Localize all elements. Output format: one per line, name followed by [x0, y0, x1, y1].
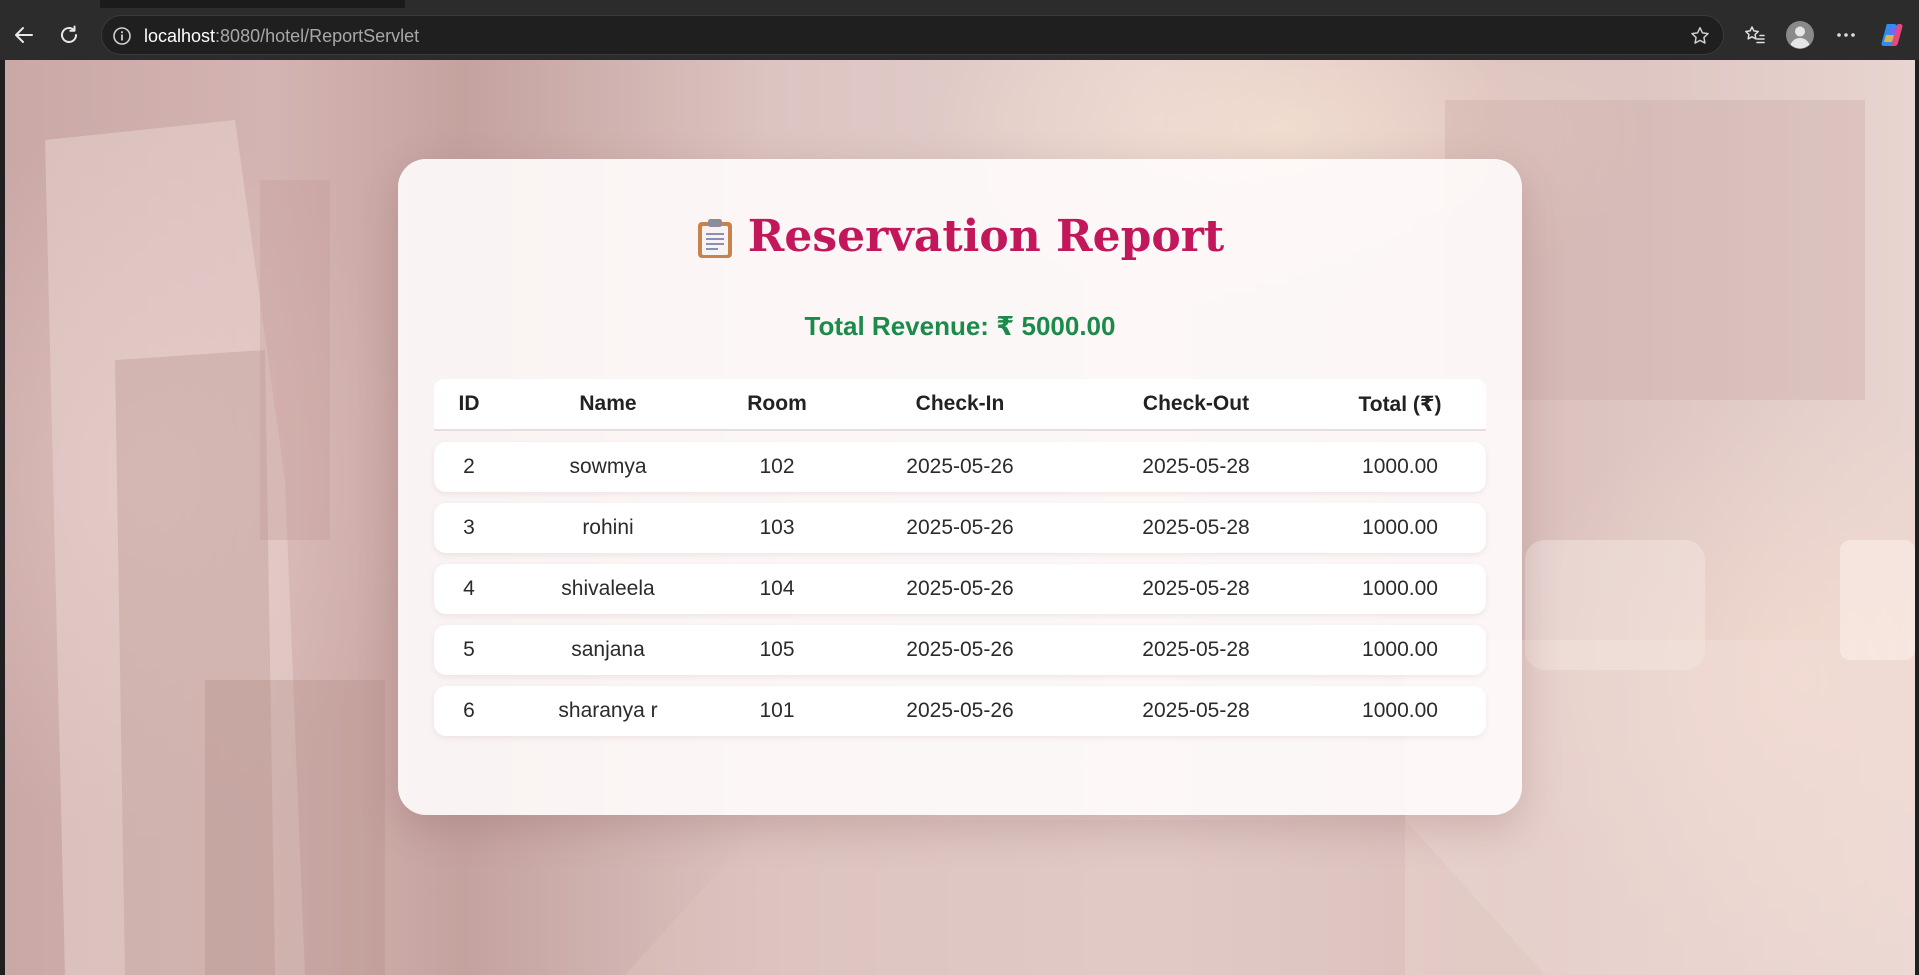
avatar-icon — [1786, 21, 1814, 49]
table-row: 5 sanjana 105 2025-05-26 2025-05-28 1000… — [434, 625, 1486, 675]
cell-room: 103 — [759, 516, 795, 539]
copilot-button[interactable] — [1875, 18, 1909, 52]
page-title: Reservation Report — [398, 207, 1522, 267]
table-row: 6 sharanya r 101 2025-05-26 2025-05-28 1… — [434, 686, 1486, 736]
table-row: 3 rohini 103 2025-05-26 2025-05-28 1000.… — [434, 503, 1486, 553]
cell-name: sanjana — [571, 638, 645, 661]
url-host: localhost — [144, 26, 216, 46]
column-header-checkin[interactable]: Check-In — [842, 379, 1078, 429]
cell-checkout: 2025-05-28 — [1142, 455, 1250, 478]
tab-left-edge[interactable] — [0, 0, 100, 8]
more-menu-button[interactable] — [1829, 18, 1863, 52]
cell-id: 2 — [463, 455, 475, 478]
column-header-name[interactable]: Name — [504, 379, 712, 429]
cell-name: shivaleela — [561, 577, 655, 600]
tab-strip — [0, 0, 1919, 8]
cell-total: 1000.00 — [1362, 577, 1438, 600]
more-dots-icon — [1837, 33, 1855, 37]
cell-id: 5 — [463, 638, 475, 661]
cell-total: 1000.00 — [1362, 699, 1438, 722]
browser-toolbar: localhost:8080/hotel/ReportServlet — [0, 8, 1919, 60]
cell-room: 104 — [759, 577, 795, 600]
cell-checkin: 2025-05-26 — [906, 638, 1014, 661]
cell-name: rohini — [582, 516, 634, 539]
back-arrow-icon — [15, 27, 33, 43]
cell-room: 102 — [759, 455, 795, 478]
cell-total: 1000.00 — [1362, 516, 1438, 539]
cell-checkin: 2025-05-26 — [906, 577, 1014, 600]
cell-checkout: 2025-05-28 — [1142, 638, 1250, 661]
column-header-room[interactable]: Room — [712, 379, 842, 429]
page-title-text: Reservation Report — [747, 211, 1225, 262]
cell-checkin: 2025-05-26 — [906, 699, 1014, 722]
tab-right-edge[interactable] — [405, 0, 1919, 8]
table-header-row: ID Name Room Check-In Check-Out Total (₹… — [434, 379, 1486, 431]
url-path: :8080/hotel/ReportServlet — [215, 26, 420, 46]
cell-checkout: 2025-05-28 — [1142, 699, 1250, 722]
cell-name: sharanya r — [558, 699, 658, 722]
refresh-icon — [61, 25, 77, 43]
clipboard-icon — [697, 219, 732, 258]
refresh-button[interactable] — [52, 18, 86, 52]
url-text[interactable]: localhost:8080/hotel/ReportServlet — [144, 26, 419, 46]
total-revenue: Total Revenue: ₹ 5000.00 — [804, 311, 1116, 341]
cell-id: 3 — [463, 516, 475, 539]
cell-room: 105 — [759, 638, 795, 661]
cell-id: 6 — [463, 699, 475, 722]
cell-name: sowmya — [569, 455, 647, 478]
cell-checkin: 2025-05-26 — [906, 455, 1014, 478]
profile-button[interactable] — [1783, 18, 1817, 52]
favorites-button[interactable] — [1738, 18, 1772, 52]
page-viewport: Reservation Report Total Revenue: ₹ 5000… — [5, 60, 1915, 975]
reservation-table: ID Name Room Check-In Check-Out Total (₹… — [434, 379, 1486, 736]
table-row: 2 sowmya 102 2025-05-26 2025-05-28 1000.… — [434, 442, 1486, 492]
cell-room: 101 — [759, 699, 795, 722]
column-header-checkout[interactable]: Check-Out — [1078, 379, 1314, 429]
cell-checkout: 2025-05-28 — [1142, 516, 1250, 539]
favorites-list-icon — [1745, 26, 1765, 44]
cell-id: 4 — [463, 577, 475, 600]
column-header-id[interactable]: ID — [434, 379, 504, 429]
cell-total: 1000.00 — [1362, 638, 1438, 661]
table-row: 4 shivaleela 104 2025-05-26 2025-05-28 1… — [434, 564, 1486, 614]
report-card: Reservation Report Total Revenue: ₹ 5000… — [398, 159, 1522, 815]
address-bar[interactable]: localhost:8080/hotel/ReportServlet — [101, 15, 1724, 55]
cell-checkin: 2025-05-26 — [906, 516, 1014, 539]
cell-checkout: 2025-05-28 — [1142, 577, 1250, 600]
site-info-icon[interactable] — [112, 26, 132, 46]
copilot-icon — [1881, 24, 1903, 46]
favorite-star-icon[interactable] — [1689, 25, 1711, 47]
cell-total: 1000.00 — [1362, 455, 1438, 478]
back-button[interactable] — [7, 18, 41, 52]
column-header-total[interactable]: Total (₹) — [1314, 379, 1486, 429]
